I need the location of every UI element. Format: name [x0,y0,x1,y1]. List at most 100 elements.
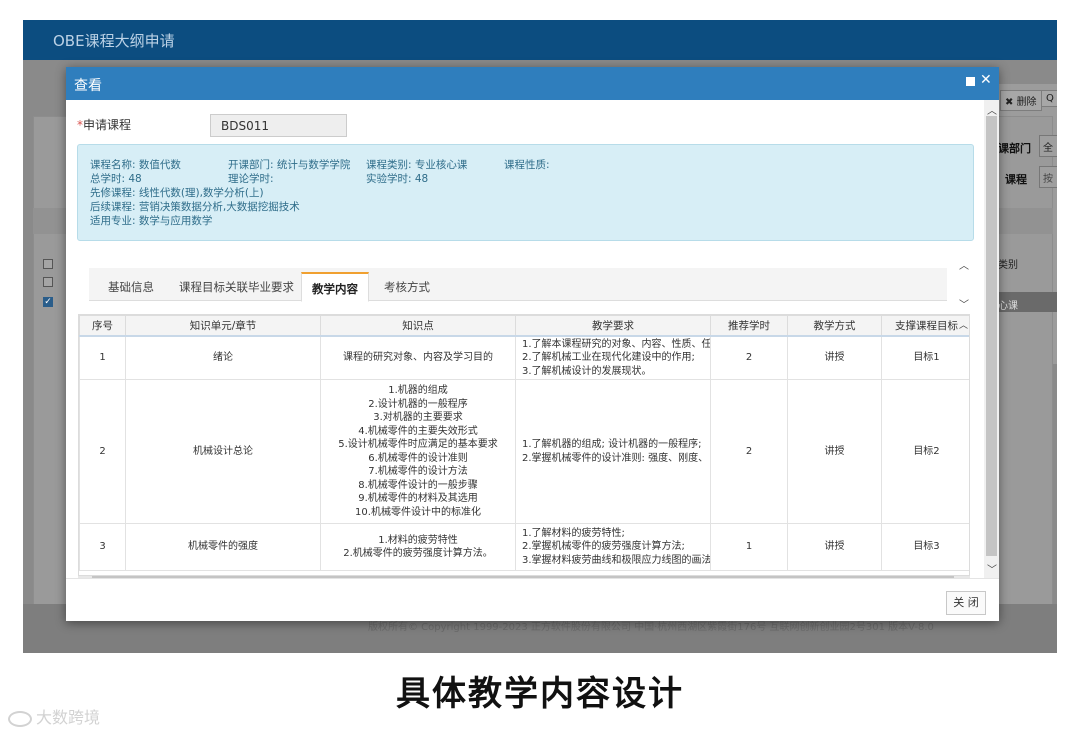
cell-points-line: 1.机器的组成 [388,385,448,396]
dept-label: 课部门 [998,142,1031,155]
cell-no: 2 [79,379,126,524]
tab-goal-mapping[interactable]: 课程目标关联毕业要求 [179,279,294,295]
cell-requirements: 1.了解机器的组成; 设计机器的一般程序; 2.掌握机械零件的设计准则: 强度、刚… [515,379,711,524]
tab-basic-info[interactable]: 基础信息 [108,279,154,295]
header-goal: 支撑课程目标 [881,315,969,337]
watermark: 大数跨境 [8,704,100,728]
cell-requirements-line: 2.掌握机械零件的设计准则: 强度、刚度、 [522,452,709,464]
row-checkbox-checked[interactable]: ✓ [43,297,53,307]
info-nature: 课程性质: [504,159,550,171]
tabs-scroll-down-icon[interactable]: ﹀ [959,296,969,311]
view-dialog: 查看 ✕ *申请课程 课程名称: 数值代数 开课部门: 统计与数学学院 课程类别… [66,67,999,621]
cell-points-line: 7.机械零件的设计方法 [368,466,468,477]
info-major: 适用专业: 数学与应用数学 [90,215,213,227]
cell-requirements-line: 1.了解材料的疲劳特性; [522,527,625,539]
course-select[interactable]: 按 [1039,166,1057,188]
info-category: 课程类别: 专业核心课 [366,159,468,171]
cell-points-line: 2.机械零件的疲劳强度计算方法。 [343,548,493,559]
course-label: 课程 [1005,173,1027,186]
cell-requirements: 1.了解材料的疲劳特性; 2.掌握机械零件的疲劳强度计算方法; 3.掌握材料疲劳曲线… [515,523,711,571]
cell-goal: 目标3 [881,523,969,571]
cell-requirements-line: 3.掌握材料疲劳曲线和极限应力线图的画法 [522,554,711,566]
table-scroll-up-icon[interactable]: ︿ [959,318,968,331]
tab-assessment[interactable]: 考核方式 [384,279,430,295]
maximize-icon[interactable] [966,77,975,86]
header-hours: 推荐学时 [710,315,788,337]
cell-requirements-line: 1.了解机器的组成; 设计机器的一般程序; [522,439,702,450]
tab-teaching-content[interactable]: 教学内容 [301,272,369,302]
stage: OBE课程大纲申请 ✖ 删除 Q 课部门 全 课程 按 类别 心课 ✓ 版权所有… [0,0,1080,736]
cell-points: 课程的研究对象、内容及学习目的 [320,335,516,380]
cell-points: 1.材料的疲劳特性 2.机械零件的疲劳强度计算方法。 [320,523,516,571]
scroll-up-icon[interactable]: ︿ [987,102,997,117]
cell-points-line: 5.设计机械零件时应满足的基本要求 [338,439,498,450]
app-topbar: OBE课程大纲申请 [23,20,1057,60]
teaching-content-table-wrap: 序号 知识单元/章节 知识点 教学要求 推荐学时 教学方式 支撑课程目标 1 绪论… [78,314,970,576]
cell-goal: 目标2 [881,379,969,524]
info-department: 开课部门: 统计与数学学院 [228,159,351,171]
tabs-scroll-up-icon[interactable]: ︿ [959,257,969,272]
watermark-logo-icon [8,710,32,727]
query-button[interactable]: Q [1041,90,1057,107]
table-body: 1 绪论 课程的研究对象、内容及学习目的 1.了解本课程研究的对象、内容、性质、任 2.… [79,335,969,571]
cell-points-line: 3.对机器的主要要求 [373,412,463,423]
tab-bar: 基础信息 课程目标关联毕业要求 教学内容 考核方式 [89,268,947,302]
dept-select[interactable]: 全 [1039,135,1057,157]
header-requirements: 教学要求 [515,315,711,337]
cell-requirements-line: 2.了解机械工业在现代化建设中的作用; [522,352,695,363]
info-course-name: 课程名称: 数值代数 [90,159,181,171]
cell-hours: 2 [710,335,788,380]
cell-hours: 2 [710,379,788,524]
selected-row-text: 心课 [998,301,1018,312]
cell-requirements-line: 1.了解本课程研究的对象、内容、性质、任 [522,338,711,350]
vertical-scroll-thumb[interactable] [986,116,997,556]
cell-method: 讲授 [787,379,882,524]
dialog-footer: 关 闭 [66,578,999,621]
dialog-header: 查看 ✕ [66,67,999,100]
category-column-header: 类别 [998,260,1018,271]
header-no: 序号 [79,315,126,337]
row-checkbox-all[interactable] [43,259,53,269]
cell-unit: 机械设计总论 [125,379,321,524]
app-title: OBE课程大纲申请 [53,32,175,50]
delete-label: 删除 [1016,97,1037,108]
cell-no: 3 [79,523,126,571]
header-unit: 知识单元/章节 [125,315,321,337]
cell-hours: 1 [710,523,788,571]
cell-requirements-line: 2.掌握机械零件的疲劳强度计算方法; [522,541,685,553]
cell-points: 1.机器的组成 2.设计机器的一般程序 3.对机器的主要要求 4.机械零件的主要失效形… [320,379,516,524]
course-field-label: *申请课程 [77,116,131,133]
table-row: 3 机械零件的强度 1.材料的疲劳特性 2.机械零件的疲劳强度计算方法。 1.了解材料的… [79,523,969,571]
caption: 具体教学内容设计 [396,674,684,714]
cell-requirements: 1.了解本课程研究的对象、内容、性质、任 2.了解机械工业在现代化建设中的作用; 3… [515,335,711,380]
cell-points-line: 课程的研究对象、内容及学习目的 [343,352,493,363]
cell-goal: 目标1 [881,335,969,380]
scroll-down-icon[interactable]: ﹀ [987,561,997,576]
cell-points-line: 2.设计机器的一般程序 [368,398,468,410]
course-field-label-text: 申请课程 [83,118,132,132]
cell-no: 1 [79,335,126,380]
cell-points-line: 6.机械零件的设计准则 [368,452,468,464]
cell-points-line: 4.机械零件的主要失效形式 [358,425,478,437]
info-followup: 后续课程: 营销决策数据分析,大数据挖掘技术 [90,201,300,213]
dialog-title: 查看 [74,78,102,94]
delete-button[interactable]: ✖ 删除 [1000,90,1042,111]
info-theory-hours: 理论学时: [228,173,274,185]
dialog-body: *申请课程 课程名称: 数值代数 开课部门: 统计与数学学院 课程类别: 专业核… [66,100,984,578]
teaching-content-table: 序号 知识单元/章节 知识点 教学要求 推荐学时 教学方式 支撑课程目标 1 绪论… [79,315,969,571]
row-checkbox[interactable] [43,277,53,287]
course-info-box: 课程名称: 数值代数 开课部门: 统计与数学学院 课程类别: 专业核心课 课程性… [77,144,974,241]
header-method: 教学方式 [787,315,882,337]
cell-requirements-line: 3.了解机械设计的发展现状。 [522,365,652,377]
cell-unit: 绪论 [125,335,321,380]
table-row: 1 绪论 课程的研究对象、内容及学习目的 1.了解本课程研究的对象、内容、性质、任 2.… [79,335,969,380]
cell-method: 讲授 [787,335,882,380]
table-row: 2 机械设计总论 1.机器的组成 2.设计机器的一般程序 3.对机器的主要要求 4.机械零… [79,379,969,524]
cell-points-line: 1.材料的疲劳特性 [378,534,458,546]
info-lab-hours: 实验学时: 48 [366,173,429,185]
watermark-text: 大数跨境 [36,708,101,727]
dialog-vertical-scrollbar[interactable]: ︿ ﹀ [984,100,999,578]
close-button[interactable]: 关 闭 [946,591,986,615]
close-icon[interactable]: ✕ [980,72,992,88]
course-code-input[interactable] [210,114,347,137]
